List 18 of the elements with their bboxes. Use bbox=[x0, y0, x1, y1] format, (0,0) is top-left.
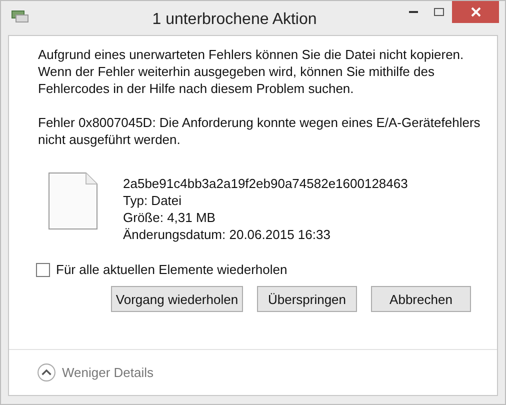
window-title: 1 unterbrochene Aktion bbox=[151, 10, 318, 30]
checkbox-label: Für alle aktuellen Elemente wiederholen bbox=[56, 261, 288, 278]
message-text: Fehler 0x8007045D: Die Anforderung konnte wegen eines E/A-Gerätefehlers nicht ausgeführt werden. bbox=[38, 114, 482, 148]
file-detail: Änderungsdatum: 20.06.2015 16:33 bbox=[123, 226, 332, 243]
details-toggle[interactable]: Weniger Details bbox=[37, 362, 154, 382]
file-detail: Typ: Datei bbox=[123, 192, 183, 209]
file-name: 2a5be91c4bb3a2a19f2eb90a74582e1600128463 bbox=[123, 175, 408, 192]
message-text: Aufgrund eines unerwarteten Fehlers können Sie die Datei nicht kopieren. Wenn der Fehler weiterhin ausgegeben wird, können Sie mithilfe des Fehlercodes in der Hilfe nach diesem Problem suchen. bbox=[38, 46, 465, 97]
dialog-button[interactable]: Überspringen bbox=[257, 286, 357, 312]
close-button[interactable] bbox=[452, 1, 499, 23]
transfer-icon bbox=[11, 10, 29, 24]
dialog-button[interactable]: Vorgang wiederholen bbox=[111, 286, 243, 312]
checkbox[interactable] bbox=[36, 262, 50, 276]
dialog-button[interactable]: Abbrechen bbox=[371, 286, 471, 312]
file-detail: Größe: 4,31 MB bbox=[123, 209, 216, 226]
collapse-icon bbox=[37, 363, 56, 382]
file-icon bbox=[48, 172, 98, 230]
close-icon bbox=[470, 7, 480, 17]
